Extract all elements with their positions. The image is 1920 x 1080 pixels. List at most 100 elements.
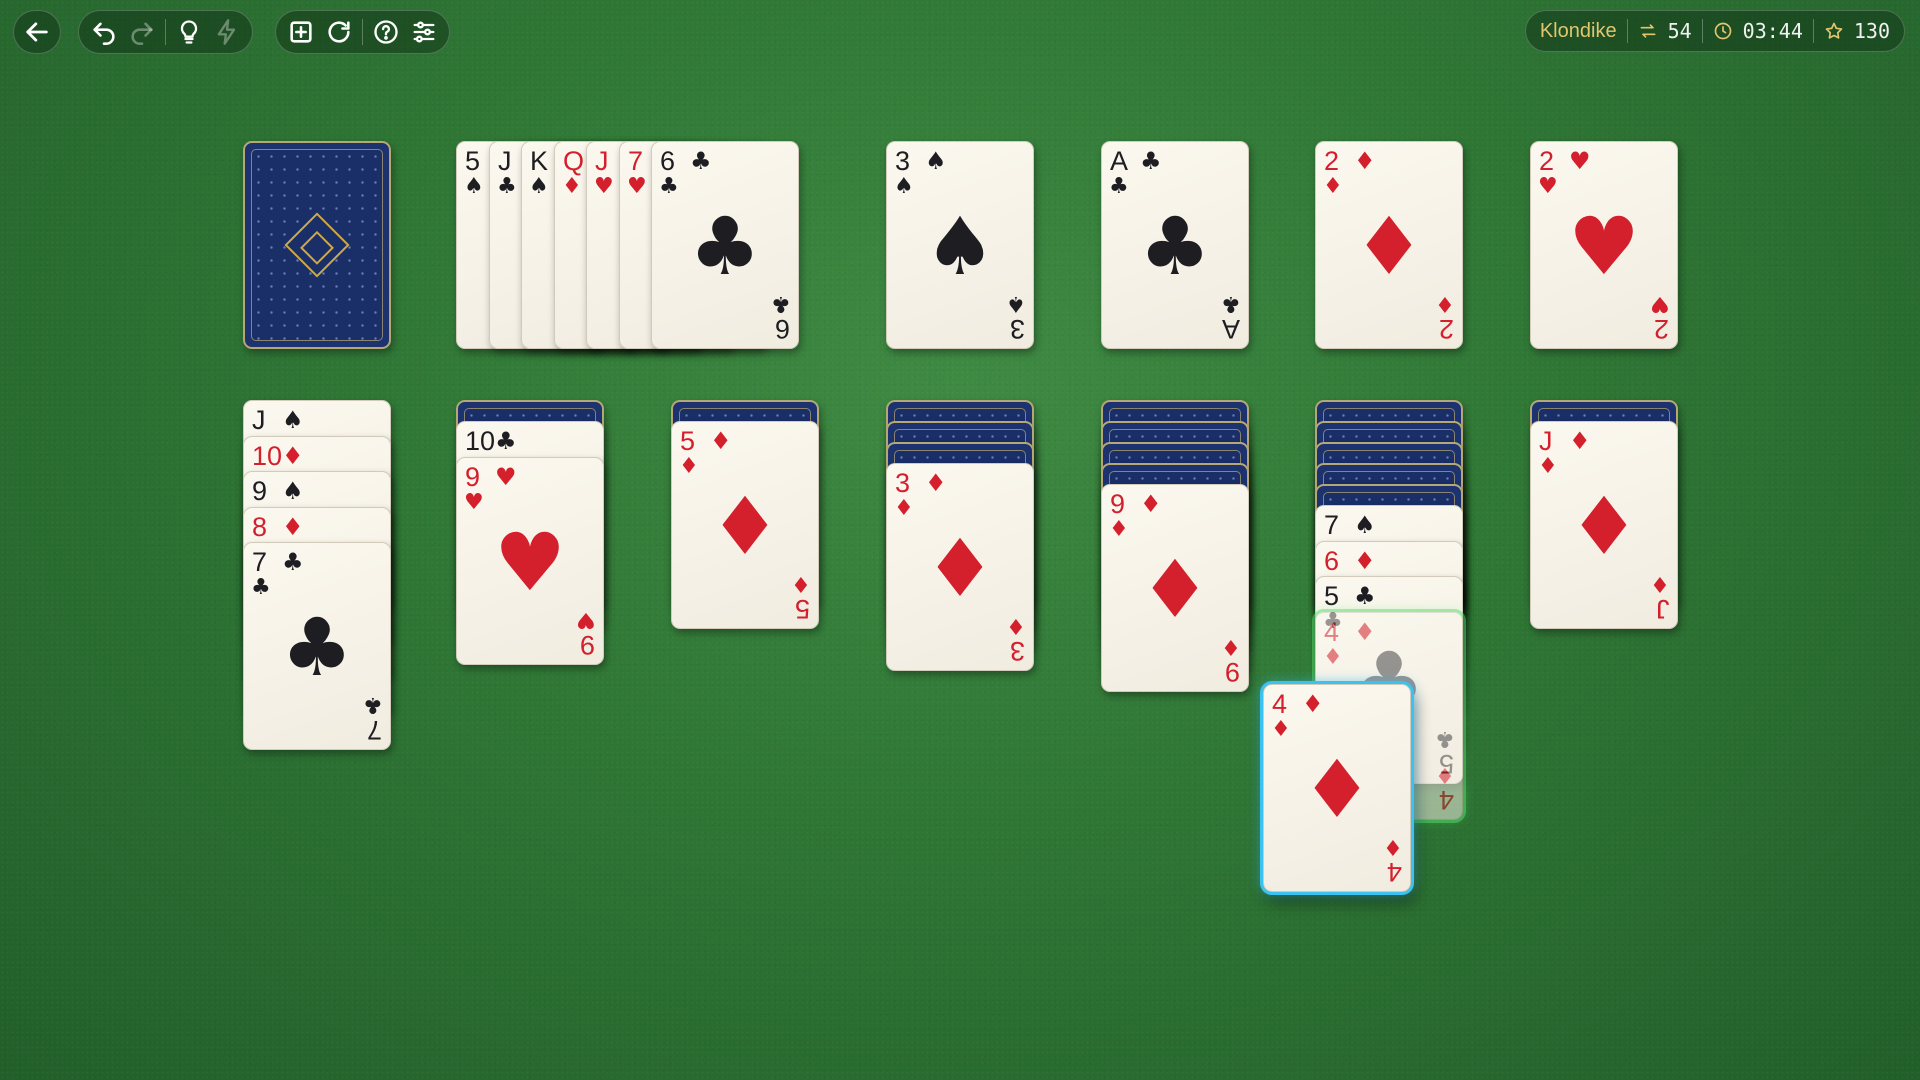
game-toolbar-group [275,10,450,54]
card-suit-icon: ♦ [1650,571,1670,596]
diamond-emblem-icon [284,212,350,278]
undo-icon [93,22,115,45]
status-divider [1812,19,1814,43]
card-rank: 9 [465,462,481,492]
card-rank: 5 [794,594,810,624]
card-suit-icon: ♣ [282,548,304,576]
tableau-card[interactable]: 5 ♦ ♦ ♦ ♦ 5 [671,421,819,629]
card-rank: 6 [1324,546,1340,576]
card-rank: J [252,405,266,435]
tableau-card[interactable]: 9 ♦ ♦ ♦ ♦ 9 [1101,484,1249,692]
card-suit-icon: ♠ [925,147,947,175]
card-suit-icon: ♥ [1569,147,1591,175]
card-suit-icon: ♦ [1221,634,1241,659]
card-rank: 2 [1539,146,1555,176]
card-suit-icon: ♦ [1538,454,1558,479]
card-suit-icon: ♦ [709,480,781,573]
card-rank: A [1221,314,1240,344]
card-rank: 9 [1224,657,1240,687]
card-rank: 5 [465,146,481,176]
card-suit-icon: ♠ [282,406,304,434]
card-rank: 2 [1438,314,1454,344]
card-rank: 2 [1653,314,1669,344]
card-suit-icon: ♦ [1139,543,1211,636]
card-rank: 4 [1324,617,1340,647]
help-button[interactable] [369,15,403,49]
lightbulb-icon [180,20,198,44]
foundation-pile[interactable]: 2 ♦ ♦ ♦ ♦ 2 [1315,141,1463,349]
card-rank: 7 [252,547,268,577]
card-suit-icon: ♦ [1271,717,1291,742]
card-suit-icon: ♦ [1435,291,1455,316]
clock-icon [1714,22,1731,40]
foundation-pile[interactable]: 2 ♥ ♥ ♥ ♥ 2 [1530,141,1678,349]
card-rank: 7 [366,715,382,745]
card-suit-icon: ♦ [282,513,304,541]
moves-count: 54 [1667,19,1692,43]
card-rank: 4 [1272,689,1288,719]
hint-button[interactable] [172,15,206,49]
restart-button[interactable] [322,15,356,49]
card-rank: 7 [1324,510,1340,540]
auto-button[interactable] [210,15,244,49]
card-suit-icon: ♦ [1383,834,1403,859]
tableau-card[interactable]: 3 ♦ ♦ ♦ ♦ 3 [886,463,1034,671]
card-suit-icon: ♦ [924,522,996,615]
card-suit-icon: ♦ [282,442,304,470]
card-suit-icon: ♣ [1109,174,1129,199]
foundation-pile[interactable]: 3 ♠ ♠ ♠ ♠ 3 [886,141,1034,349]
undo-button[interactable] [87,15,121,49]
card-rank: 4 [1386,857,1402,887]
card-suit-icon: ♦ [791,571,811,596]
card-suit-icon: ♣ [1221,291,1241,316]
card-suit-icon: ♣ [1354,582,1376,610]
tableau-card[interactable]: 7 ♣ ♣ ♣ ♣ 7 [243,542,391,750]
card-suit-icon: ♦ [1109,517,1129,542]
dragged-card[interactable]: 4 ♦ ♦ ♦ ♦ 4 [1263,684,1411,892]
card-suit-icon: ♠ [282,477,304,505]
lightning-icon [217,19,236,45]
card-rank: 3 [1009,636,1025,666]
card-rank: 6 [774,314,790,344]
card-suit-icon: ♦ [894,496,914,521]
card-rank: 3 [1009,314,1025,344]
card-suit-icon: ♦ [1354,618,1376,646]
card-suit-icon: ♦ [562,174,582,199]
card-suit-icon: ♦ [1568,480,1640,573]
question-icon [374,20,398,44]
plus-square-icon [290,21,312,43]
card-rank: K [530,146,549,176]
card-rank: 9 [579,630,595,660]
card-suit-icon: ♣ [689,200,761,293]
tableau-card[interactable]: J ♦ ♦ ♦ ♦ J [1530,421,1678,629]
stock-pile[interactable] [243,141,391,349]
card-rank: 6 [660,146,676,176]
card-suit-icon: ♣ [771,291,791,316]
toolbar-divider [165,19,166,45]
settings-button[interactable] [407,15,441,49]
card-suit-icon: ♥ [494,516,566,609]
card-suit-icon: ♥ [1650,291,1670,316]
foundation-pile[interactable]: A ♣ ♣ ♣ ♣ A [1101,141,1249,349]
card-suit-icon: ♣ [281,601,353,694]
new-game-button[interactable] [284,15,318,49]
card-suit-icon: ♠ [1006,291,1026,316]
card-rank: J [1655,594,1670,624]
back-button[interactable] [20,15,54,49]
card-rank: J [498,146,512,176]
card-suit-icon: ♥ [495,463,517,491]
redo-button[interactable] [125,15,159,49]
star-icon [1825,22,1843,39]
card-suit-icon: ♣ [1139,200,1211,293]
status-divider [1626,19,1628,43]
moves-icon [1640,24,1656,38]
card-rank: 5 [680,426,696,456]
card-rank: 10 [465,426,496,456]
card-suit-icon: ♣ [363,692,383,717]
tableau-card[interactable]: 9 ♥ ♥ ♥ ♥ 9 [456,457,604,665]
card-suit-icon: ♥ [576,607,596,632]
card-suit-icon: ♠ [1354,511,1376,539]
waste-top-card[interactable]: 6 ♣ ♣ ♣ ♣ 6 [651,141,799,349]
card-rank: 9 [252,476,268,506]
card-suit-icon: ♦ [1435,762,1455,787]
